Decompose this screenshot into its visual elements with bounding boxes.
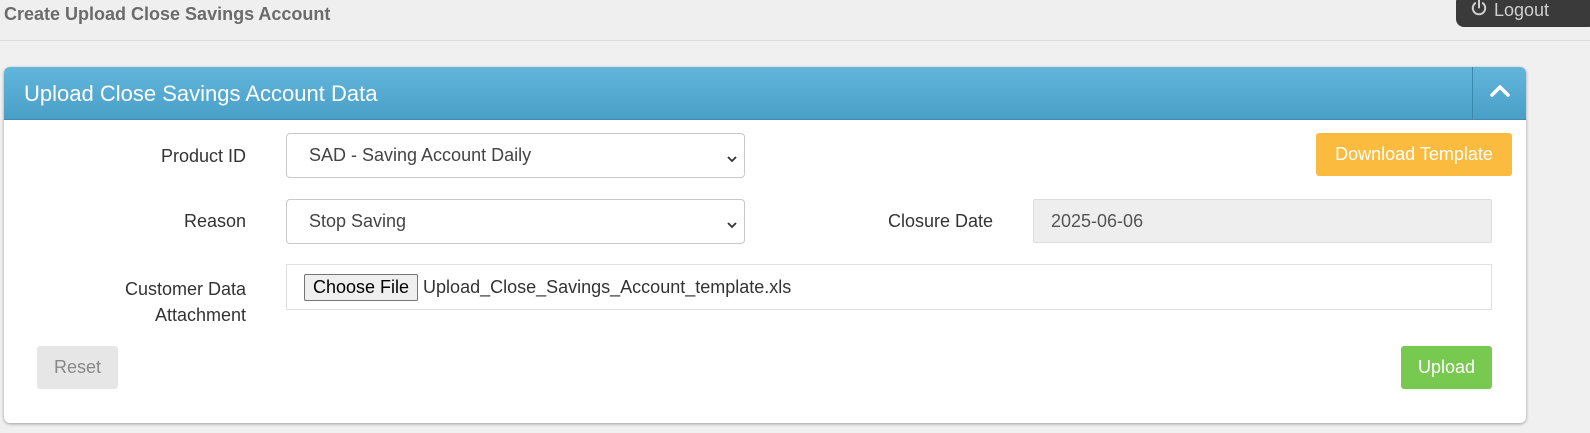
logout-label: Logout <box>1494 0 1550 20</box>
top-bar: Create Upload Close Savings Account Logo… <box>0 0 1590 41</box>
attachment-label-line2: Attachment <box>154 305 246 325</box>
upload-panel: Upload Close Savings Account Data Produc… <box>4 67 1526 423</box>
reason-select[interactable]: Stop Saving <box>286 199 745 244</box>
download-template-button[interactable]: Download Template <box>1316 133 1512 176</box>
collapse-button[interactable] <box>1472 67 1526 120</box>
reason-value: Stop Saving <box>309 211 407 231</box>
panel-title: Upload Close Savings Account Data <box>24 81 378 106</box>
chevron-down-icon <box>726 149 738 170</box>
attachment-label: Customer Data Attachment <box>64 276 246 328</box>
upload-button[interactable]: Upload <box>1401 346 1492 389</box>
chevron-down-icon <box>726 215 738 236</box>
reset-button[interactable]: Reset <box>37 346 118 389</box>
logout-button[interactable]: Logout <box>1456 0 1590 27</box>
closure-date-label: Closure Date <box>887 211 993 231</box>
page-title: Create Upload Close Savings Account <box>4 4 331 24</box>
closure-date-field[interactable]: 2025-06-06 <box>1033 199 1492 243</box>
file-name: Upload_Close_Savings_Account_template.xl… <box>423 276 792 297</box>
reason-label: Reason <box>183 211 246 231</box>
closure-date-value: 2025-06-06 <box>1051 210 1144 231</box>
file-input[interactable]: Choose File Upload_Close_Savings_Account… <box>286 264 1492 310</box>
chevron-up-icon <box>1489 84 1511 103</box>
product-id-value: SAD - Saving Account Daily <box>309 145 532 165</box>
power-icon <box>1470 0 1494 22</box>
product-id-label: Product ID <box>160 146 246 166</box>
choose-file-button[interactable]: Choose File <box>304 273 419 301</box>
product-id-select[interactable]: SAD - Saving Account Daily <box>286 133 745 178</box>
attachment-label-line1: Customer Data <box>124 279 246 299</box>
panel-header: Upload Close Savings Account Data <box>4 67 1526 120</box>
